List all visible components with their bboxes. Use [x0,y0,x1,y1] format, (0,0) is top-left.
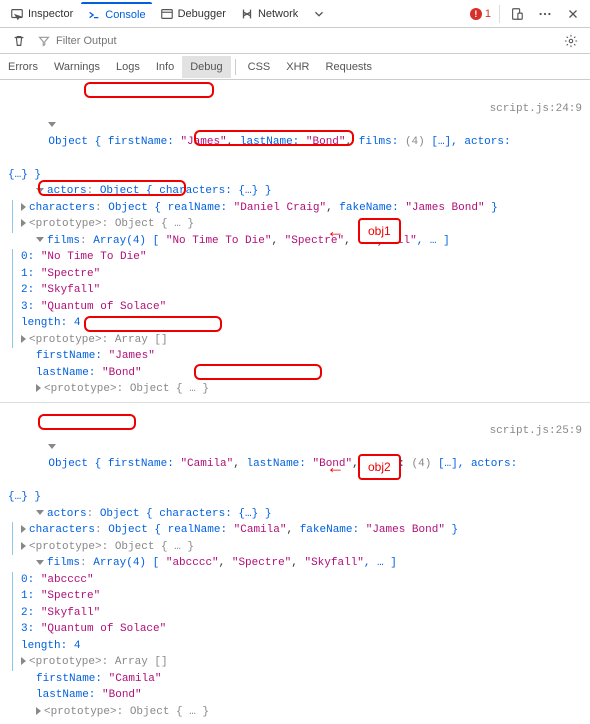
trash-icon [12,34,26,48]
filter-tabs: Errors Warnings Logs Info Debug CSS XHR … [0,54,590,80]
array-length: length: 4 [21,315,582,332]
tab-warnings[interactable]: Warnings [46,56,108,78]
tab-errors[interactable]: Errors [0,56,46,78]
expand-icon[interactable] [48,122,56,127]
expand-icon[interactable] [36,384,41,392]
prop-firstname: firstName: "Camila" [8,671,582,688]
inspector-tab[interactable]: Inspector [4,3,79,25]
console-label: Console [105,9,145,21]
array-item: 0: "No Time To Die" [21,249,582,266]
gear-icon [564,34,578,48]
expand-icon[interactable] [21,542,26,550]
close-icon [566,7,580,21]
array-item: 3: "Quantum of Solace" [21,621,582,638]
chevrons-icon [312,7,326,21]
console-settings[interactable] [558,30,584,52]
array-item: 2: "Skyfall" [21,605,582,622]
log-divider [0,402,590,403]
tab-xhr[interactable]: XHR [278,56,317,78]
clear-console[interactable] [6,30,32,52]
expand-icon[interactable] [21,335,26,343]
debugger-icon [160,7,174,21]
source-link[interactable]: script.js:25:9 [490,423,582,440]
expand-icon[interactable] [21,219,26,227]
array-item: 3: "Quantum of Solace" [21,299,582,316]
inspector-icon [10,7,24,21]
close-devtools[interactable] [560,3,586,25]
prototype-row[interactable]: <prototype>: Object { … } [8,704,582,721]
array-item: 1: "Spectre" [21,588,582,605]
prop-lastname: lastName: "Bond" [8,365,582,382]
prop-characters[interactable]: characters: Object { realName: "Daniel C… [21,200,582,217]
tab-logs[interactable]: Logs [108,56,148,78]
console-tab[interactable]: Console [81,2,151,26]
prop-actors[interactable]: actors: Object { characters: {…} } [8,506,582,523]
filter-input[interactable] [56,35,552,47]
expand-icon[interactable] [36,560,44,565]
console-icon [87,8,101,22]
annotation-arrow-icon: ← [330,220,341,247]
array-length: length: 4 [21,638,582,655]
log-row[interactable]: script.js:24:9 Object { firstName: "Jame… [8,84,582,167]
tab-debug[interactable]: Debug [182,56,230,78]
more-menu[interactable] [532,3,558,25]
annotation-label: obj1 [358,218,401,244]
debugger-label: Debugger [178,8,226,20]
prop-firstname: firstName: "James" [8,348,582,365]
filter-icon [38,35,50,47]
kebab-icon [538,7,552,21]
prototype-row[interactable]: <prototype>: Object { … } [21,539,582,556]
prop-actors[interactable]: actors: actors: Object { characters: {…}… [8,183,582,200]
filter-row [0,28,590,54]
tab-info[interactable]: Info [148,56,182,78]
array-item: 2: "Skyfall" [21,282,582,299]
prototype-row[interactable]: <prototype>: Array [] [21,332,582,349]
expand-icon[interactable] [36,510,44,515]
expand-icon[interactable] [21,203,26,211]
prop-characters[interactable]: characters: Object { realName: "Camila",… [21,522,582,539]
array-item: 0: "abcccc" [21,572,582,589]
error-badge[interactable]: ! 1 [466,8,495,20]
annotation-arrow-icon: ← [330,456,341,483]
devtools-toolbar: Inspector Console Debugger Network ! 1 [0,0,590,28]
prop-films[interactable]: films: Array(4) [ "No Time To Die", "Spe… [8,233,582,250]
prop-films[interactable]: films: Array(4) [ "abcccc", "Spectre", "… [8,555,582,572]
log-row-cont: {…} } [8,167,582,184]
tab-css[interactable]: CSS [240,56,279,78]
log-row[interactable]: script.js:25:9 Object { firstName: "Cami… [8,407,582,490]
expand-icon[interactable] [36,188,44,193]
object-label: Object { [48,136,107,148]
network-label: Network [258,8,298,20]
overflow-tabs[interactable] [306,3,332,25]
annotation-label: obj2 [358,454,401,480]
source-link[interactable]: script.js:24:9 [490,101,582,118]
prop-lastname: lastName: "Bond" [8,687,582,704]
expand-icon[interactable] [21,657,26,665]
expand-icon[interactable] [48,444,56,449]
prototype-row[interactable]: <prototype>: Object { … } [21,216,582,233]
prototype-row[interactable]: <prototype>: Object { … } [8,381,582,398]
error-icon: ! [470,8,482,20]
network-tab[interactable]: Network [234,3,304,25]
prototype-row[interactable]: <prototype>: Array [] [21,654,582,671]
tablet-icon [510,7,524,21]
error-count: 1 [485,8,491,20]
inspector-label: Inspector [28,8,73,20]
console-output: script.js:24:9 Object { firstName: "Jame… [0,80,590,724]
responsive-mode[interactable] [504,3,530,25]
log-row-cont: {…} } [8,489,582,506]
expand-icon[interactable] [21,525,26,533]
expand-icon[interactable] [36,707,41,715]
debugger-tab[interactable]: Debugger [154,3,232,25]
array-item: 1: "Spectre" [21,266,582,283]
expand-icon[interactable] [36,237,44,242]
tab-requests[interactable]: Requests [318,56,380,78]
network-icon [240,7,254,21]
